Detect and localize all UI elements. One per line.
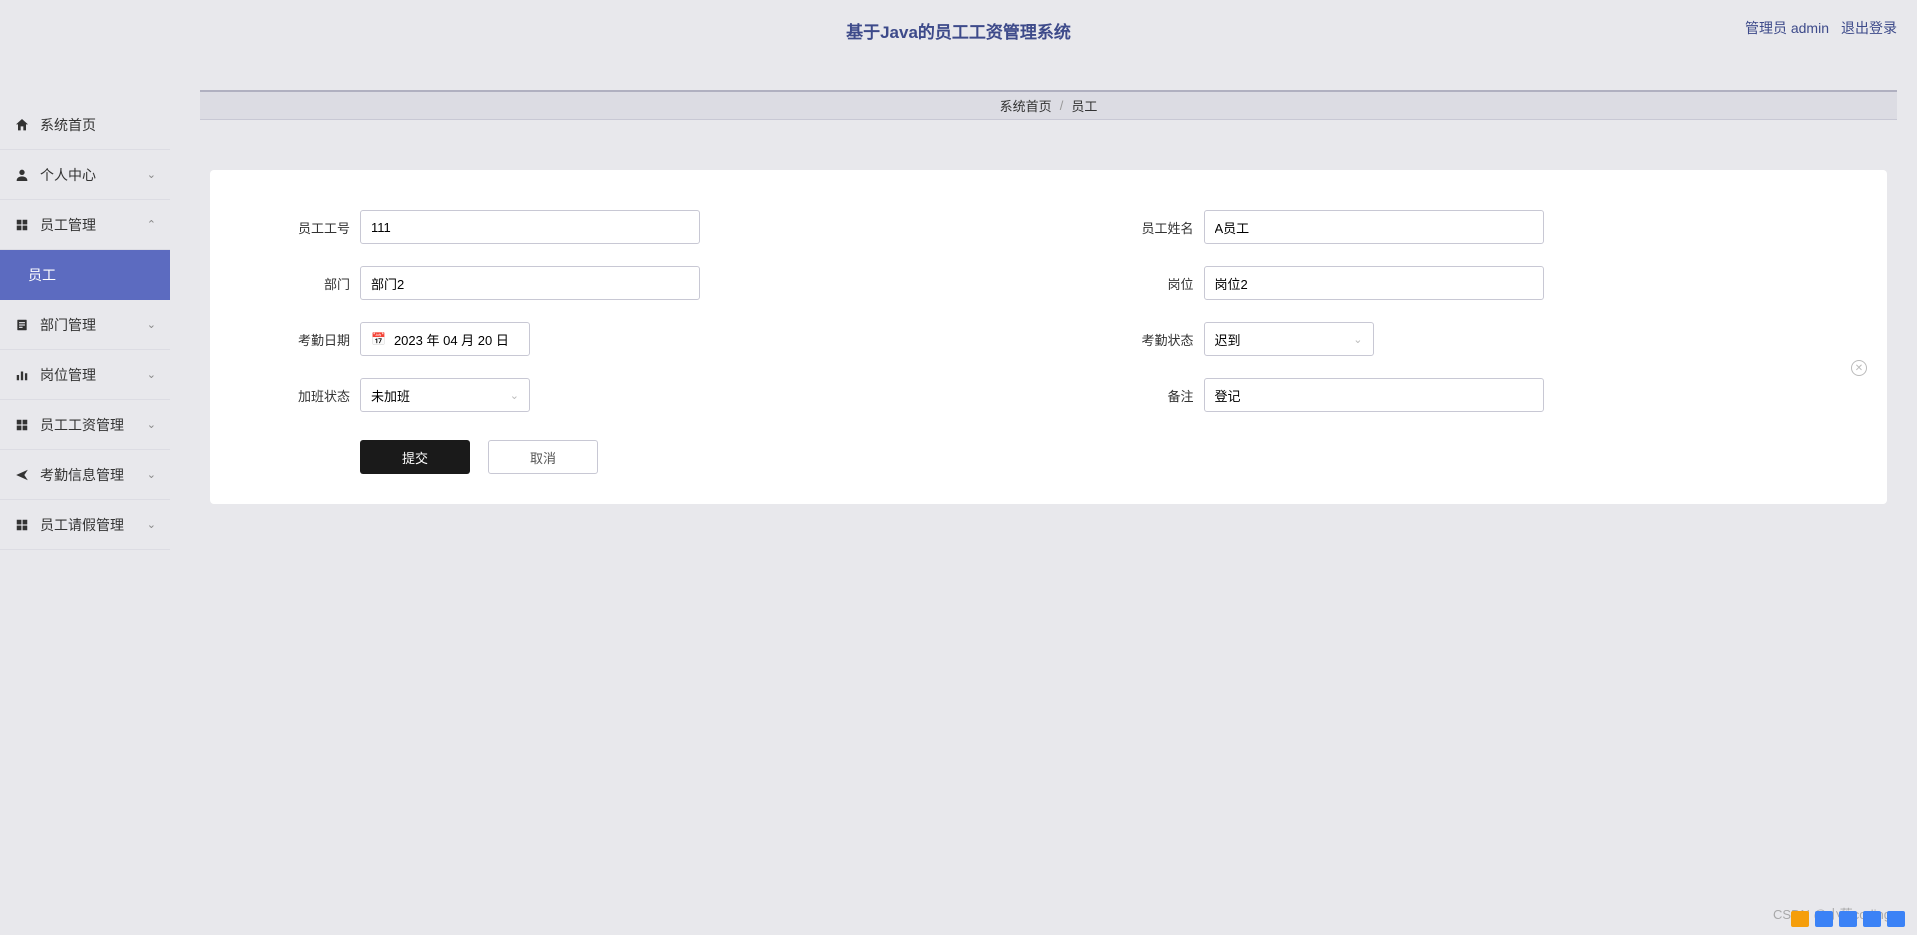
form-row-overtime-status: 加班状态 未加班 ⌄	[270, 378, 984, 412]
chevron-up-icon: ⌃	[147, 218, 156, 231]
sidebar-item-department[interactable]: 部门管理 ⌄	[0, 300, 170, 350]
position-input[interactable]	[1204, 266, 1544, 300]
attendance-status-label: 考勤状态	[1114, 330, 1194, 349]
chevron-down-icon: ⌄	[147, 518, 156, 531]
chevron-down-icon: ⌄	[147, 168, 156, 181]
app-title: 基于Java的员工工资管理系统	[846, 18, 1071, 43]
sidebar-item-label: 个人中心	[40, 165, 96, 185]
form-row-attendance-date: 考勤日期 📅 2023 年 04 月 20 日	[270, 322, 984, 356]
chevron-down-icon: ⌄	[147, 368, 156, 381]
screen-controls	[1791, 911, 1905, 927]
control-icon[interactable]	[1791, 911, 1809, 927]
send-icon	[14, 467, 30, 483]
sidebar: 系统首页 个人中心 ⌄ 员工管理 ⌃ 员工 部门管理 ⌄	[0, 60, 170, 935]
chevron-down-icon: ⌄	[147, 318, 156, 331]
overtime-status-select[interactable]: 未加班 ⌄	[360, 378, 530, 412]
grid-icon	[14, 417, 30, 433]
breadcrumb-current: 员工	[1071, 96, 1097, 115]
chevron-down-icon: ⌄	[1353, 333, 1362, 346]
sidebar-item-profile[interactable]: 个人中心 ⌄	[0, 150, 170, 200]
form-card: 员工工号 员工姓名 部门 岗位 考勤日期	[210, 170, 1887, 504]
sidebar-item-leave[interactable]: 员工请假管理 ⌄	[0, 500, 170, 550]
department-input[interactable]	[360, 266, 700, 300]
employee-name-input[interactable]	[1204, 210, 1544, 244]
calendar-icon: 📅	[371, 332, 386, 346]
form-row-remark: 备注	[1114, 378, 1828, 412]
chevron-down-icon: ⌄	[147, 468, 156, 481]
submit-button[interactable]: 提交	[360, 440, 470, 474]
sidebar-item-employee-mgmt[interactable]: 员工管理 ⌃	[0, 200, 170, 250]
date-value: 2023 年 04 月 20 日	[394, 330, 509, 349]
position-label: 岗位	[1114, 274, 1194, 293]
sidebar-item-label: 员工请假管理	[40, 515, 124, 535]
breadcrumb-home[interactable]: 系统首页	[1000, 96, 1052, 115]
sidebar-item-home[interactable]: 系统首页	[0, 100, 170, 150]
sidebar-item-label: 员工管理	[40, 215, 96, 235]
department-label: 部门	[270, 274, 350, 293]
grid-icon	[14, 217, 30, 233]
chevron-down-icon: ⌄	[147, 418, 156, 431]
logout-link[interactable]: 退出登录	[1841, 18, 1897, 38]
form-row-attendance-status: 考勤状态 迟到 ⌄	[1114, 322, 1828, 356]
admin-label[interactable]: 管理员 admin	[1745, 18, 1829, 38]
sidebar-item-label: 部门管理	[40, 315, 96, 335]
document-icon	[14, 317, 30, 333]
remark-label: 备注	[1114, 386, 1194, 405]
form-actions: 提交 取消	[360, 440, 1827, 474]
sidebar-item-label: 员工	[28, 265, 56, 285]
person-icon	[14, 167, 30, 183]
form-row-position: 岗位	[1114, 266, 1828, 300]
close-icon[interactable]: ✕	[1851, 360, 1867, 376]
chevron-down-icon: ⌄	[510, 389, 519, 402]
control-icon[interactable]	[1863, 911, 1881, 927]
employee-id-input[interactable]	[360, 210, 700, 244]
sidebar-item-label: 员工工资管理	[40, 415, 124, 435]
form-row-employee-name: 员工姓名	[1114, 210, 1828, 244]
breadcrumb: 系统首页 / 员工	[200, 90, 1897, 120]
sidebar-item-salary[interactable]: 员工工资管理 ⌄	[0, 400, 170, 450]
main-content: 系统首页 / 员工 员工工号 员工姓名 部门 岗位	[170, 60, 1917, 935]
select-value: 迟到	[1215, 330, 1241, 349]
control-icon[interactable]	[1887, 911, 1905, 927]
form-row-department: 部门	[270, 266, 984, 300]
attendance-date-input[interactable]: 📅 2023 年 04 月 20 日	[360, 322, 530, 356]
form-row-employee-id: 员工工号	[270, 210, 984, 244]
sidebar-item-label: 岗位管理	[40, 365, 96, 385]
overtime-status-label: 加班状态	[270, 386, 350, 405]
attendance-date-label: 考勤日期	[270, 330, 350, 349]
sidebar-item-attendance[interactable]: 考勤信息管理 ⌄	[0, 450, 170, 500]
breadcrumb-separator: /	[1060, 98, 1064, 113]
select-value: 未加班	[371, 386, 410, 405]
remark-input[interactable]	[1204, 378, 1544, 412]
home-icon	[14, 117, 30, 133]
sidebar-item-label: 系统首页	[40, 115, 96, 135]
employee-name-label: 员工姓名	[1114, 218, 1194, 237]
header-right: 管理员 admin 退出登录	[1745, 18, 1897, 38]
header: 基于Java的员工工资管理系统 管理员 admin 退出登录	[0, 0, 1917, 60]
grid-icon	[14, 517, 30, 533]
employee-id-label: 员工工号	[270, 218, 350, 237]
control-icon[interactable]	[1815, 911, 1833, 927]
sidebar-item-employee[interactable]: 员工	[0, 250, 170, 300]
bars-icon	[14, 367, 30, 383]
sidebar-item-label: 考勤信息管理	[40, 465, 124, 485]
attendance-status-select[interactable]: 迟到 ⌄	[1204, 322, 1374, 356]
sidebar-item-position[interactable]: 岗位管理 ⌄	[0, 350, 170, 400]
cancel-button[interactable]: 取消	[488, 440, 598, 474]
control-icon[interactable]	[1839, 911, 1857, 927]
